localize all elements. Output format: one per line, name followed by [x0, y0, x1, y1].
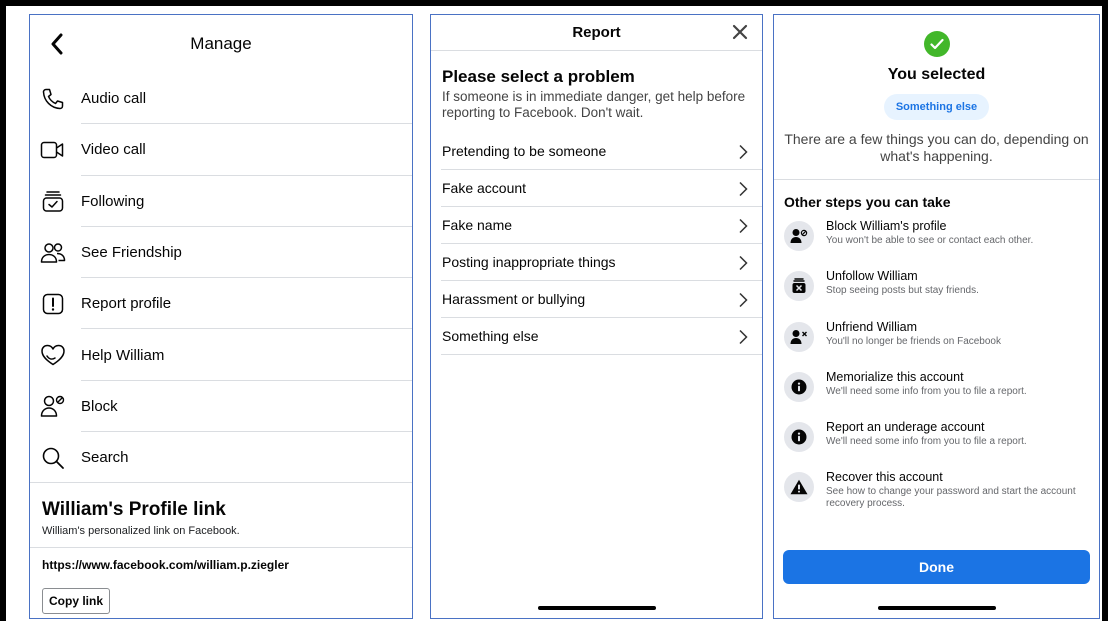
- step-title: Block William's profile: [826, 219, 947, 233]
- info-icon: [784, 371, 814, 402]
- badge-wrap: Something else: [774, 94, 1099, 120]
- home-indicator: [537, 606, 656, 610]
- close-icon[interactable]: [730, 22, 750, 42]
- step-description: We'll need some info from you to file a …: [826, 436, 1027, 448]
- block-user-icon: [40, 393, 66, 419]
- manage-panel: Manage Audio call Video call Following S…: [29, 14, 413, 619]
- menu-item-label: Report profile: [81, 295, 172, 313]
- video-camera-icon: [40, 137, 66, 163]
- menu-item-label: See Friendship: [81, 244, 182, 262]
- problem-item-something-else[interactable]: Something else: [441, 318, 762, 355]
- menu-item-label: Search: [81, 449, 129, 467]
- home-indicator: [877, 606, 996, 610]
- step-description: You'll no longer be friends on Facebook: [826, 335, 1001, 347]
- step-description: We'll need some info from you to file a …: [826, 385, 1027, 397]
- divider: [30, 547, 412, 549]
- chevron-right-icon: [739, 144, 748, 160]
- chevron-right-icon: [739, 292, 748, 308]
- step-underage[interactable]: Report an underage account We'll need so…: [774, 416, 1099, 466]
- search-icon: [40, 445, 66, 471]
- report-panel: Report Please select a problem If someon…: [430, 14, 763, 619]
- chevron-right-icon: [739, 255, 748, 271]
- menu-item-label: Audio call: [81, 90, 147, 108]
- step-title: Unfriend William: [826, 319, 917, 334]
- menu-item-video-call[interactable]: Video call: [30, 124, 412, 176]
- steps-list: Block William's profile You won't be abl…: [774, 215, 1099, 517]
- problem-item-harassment[interactable]: Harassment or bullying: [441, 281, 762, 318]
- step-block-profile[interactable]: Block William's profile You won't be abl…: [774, 215, 1099, 265]
- report-icon: [40, 291, 66, 317]
- info-icon: [784, 422, 814, 453]
- step-description: Stop seeing posts but stay friends.: [826, 285, 979, 297]
- menu-item-report-profile[interactable]: Report profile: [30, 278, 412, 330]
- report-heading: Please select a problem: [442, 67, 635, 86]
- report-header: Report: [431, 15, 762, 51]
- selection-description: There are a few things you can do, depen…: [784, 131, 1089, 164]
- block-user-icon: [784, 221, 814, 251]
- menu-item-following[interactable]: Following: [30, 176, 412, 227]
- following-icon: [40, 188, 66, 214]
- step-title: Recover this account: [826, 470, 943, 485]
- step-recover[interactable]: Recover this account See how to change y…: [774, 466, 1099, 516]
- menu-item-help-william[interactable]: Help William: [30, 329, 412, 381]
- problem-label: Harassment or bullying: [442, 291, 586, 307]
- menu-item-label: Video call: [81, 141, 146, 159]
- warning-icon: [784, 472, 814, 503]
- selection-title: You selected: [887, 66, 986, 83]
- selection-panel: You selected Something else There are a …: [773, 14, 1100, 619]
- step-memorialize[interactable]: Memorialize this account We'll need some…: [774, 366, 1099, 416]
- checkmark-icon: [923, 31, 950, 57]
- menu-item-label: Following: [81, 192, 145, 210]
- step-unfollow[interactable]: Unfollow William Stop seeing posts but s…: [774, 265, 1099, 315]
- chevron-right-icon: [739, 329, 748, 345]
- unfriend-icon: [784, 321, 814, 352]
- unfollow-icon: [784, 271, 814, 302]
- menu-item-label: Block: [81, 397, 118, 415]
- check-wrap: [774, 15, 1099, 57]
- steps-title: Other steps you can take: [784, 194, 951, 210]
- step-unfriend[interactable]: Unfriend William You'll no longer be fri…: [774, 316, 1099, 366]
- page-title: Manage: [190, 34, 252, 53]
- step-title: Unfollow William: [826, 269, 918, 284]
- done-button[interactable]: Done: [783, 550, 1090, 584]
- problem-item-fake-account[interactable]: Fake account: [441, 170, 762, 207]
- phone-icon: [40, 86, 66, 112]
- report-subtext: If someone is in immediate danger, get h…: [442, 89, 746, 120]
- manage-header: Manage: [30, 15, 412, 73]
- friends-icon: [40, 240, 66, 266]
- menu-item-audio-call[interactable]: Audio call: [30, 73, 412, 125]
- divider: [30, 482, 412, 484]
- problem-list: Pretending to be someone Fake account Fa…: [431, 133, 762, 355]
- menu-item-label: Help William: [81, 346, 165, 364]
- chevron-right-icon: [739, 181, 748, 197]
- step-description: You won't be able to see or contact each…: [826, 235, 1034, 246]
- problem-label: Posting inappropriate things: [442, 254, 616, 270]
- profile-link-description: William's personalized link on Facebook.: [42, 525, 240, 538]
- chevron-right-icon: [739, 218, 748, 234]
- menu-item-block[interactable]: Block: [30, 381, 412, 433]
- problem-label: Fake name: [442, 217, 513, 233]
- problem-item-fake-name[interactable]: Fake name: [441, 207, 762, 244]
- profile-url[interactable]: https://www.facebook.com/william.p.ziegl…: [42, 558, 400, 572]
- problem-item-inappropriate[interactable]: Posting inappropriate things: [441, 244, 762, 281]
- step-title: Report an underage account: [826, 420, 985, 435]
- profile-link-title: William's Profile link: [42, 499, 226, 521]
- profile-link-section: William's Profile link William's persona…: [30, 483, 412, 615]
- heart-icon: [40, 342, 66, 368]
- selected-badge: Something else: [883, 94, 990, 120]
- copy-link-button[interactable]: Copy link: [42, 588, 111, 615]
- menu-item-see-friendship[interactable]: See Friendship: [30, 227, 412, 279]
- problem-item-pretending[interactable]: Pretending to be someone: [441, 133, 762, 170]
- menu-item-search[interactable]: Search: [30, 432, 412, 484]
- report-heading-block: Please select a problem If someone is in…: [431, 51, 762, 121]
- problem-label: Fake account: [442, 180, 527, 196]
- step-description: See how to change your password and star…: [826, 486, 1076, 510]
- dialog-title: Report: [572, 24, 621, 41]
- problem-label: Something else: [442, 328, 539, 344]
- problem-label: Pretending to be someone: [442, 143, 607, 159]
- step-title: Memorialize this account: [826, 369, 964, 384]
